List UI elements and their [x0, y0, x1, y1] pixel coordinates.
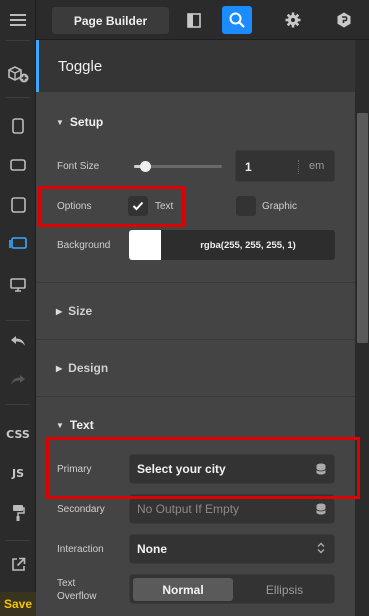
- option-graphic-checkbox[interactable]: [236, 196, 256, 216]
- overflow-option-normal[interactable]: Normal: [133, 578, 233, 601]
- caret-right-icon: ▶: [56, 363, 63, 373]
- checkmark-icon: [132, 201, 144, 211]
- rail-divider: [6, 40, 30, 41]
- font-size-unit[interactable]: em: [309, 160, 324, 172]
- section-divider: [36, 282, 355, 283]
- panel-toggle-icon[interactable]: [179, 6, 209, 34]
- properties-panel: Toggle ▼ Setup Font Size 1 em Options Te…: [36, 40, 355, 616]
- mobile-landscape-icon[interactable]: [0, 147, 36, 183]
- gear-icon[interactable]: [278, 6, 308, 34]
- interaction-label: Interaction: [57, 544, 104, 555]
- option-text-checkbox[interactable]: [128, 196, 148, 216]
- save-button[interactable]: Save: [0, 592, 36, 616]
- plugin-icon[interactable]: [329, 6, 359, 34]
- overflow-option-ellipsis[interactable]: Ellipsis: [236, 578, 333, 601]
- option-text-label: Text: [155, 201, 174, 212]
- secondary-label: Secondary: [57, 504, 105, 515]
- background-label: Background: [57, 240, 111, 251]
- background-color-field[interactable]: rgba(255, 255, 255, 1): [129, 230, 335, 260]
- tablet-landscape-icon[interactable]: [0, 225, 36, 261]
- mobile-portrait-icon[interactable]: [0, 108, 36, 144]
- section-divider: [36, 339, 355, 340]
- font-size-slider-handle[interactable]: [139, 161, 151, 172]
- js-label: JS: [11, 466, 24, 480]
- undo-icon[interactable]: [0, 323, 36, 359]
- rail-divider: [6, 404, 30, 405]
- primary-text-field[interactable]: Select your city: [129, 454, 335, 484]
- font-size-input[interactable]: 1 em: [235, 150, 335, 182]
- text-overflow-label: Text Overflow: [57, 577, 96, 603]
- text-overflow-label-line1: Text: [57, 578, 76, 589]
- font-size-slider[interactable]: [134, 161, 222, 172]
- option-graphic-label: Graphic: [262, 201, 298, 212]
- secondary-text-field[interactable]: No Output If Empty: [129, 494, 335, 524]
- caret-right-icon: ▶: [56, 306, 63, 316]
- font-size-value: 1: [245, 160, 252, 174]
- text-overflow-label-line2: Overflow: [57, 591, 97, 602]
- css-button[interactable]: CSS: [0, 416, 36, 452]
- menu-icon[interactable]: [0, 2, 36, 38]
- interaction-select[interactable]: None: [129, 534, 335, 564]
- unit-separator: [298, 160, 299, 174]
- size-section-header[interactable]: ▶ Size: [56, 304, 92, 318]
- js-button[interactable]: JS: [0, 455, 36, 491]
- options-label: Options: [57, 201, 92, 212]
- rail-divider: [6, 540, 30, 541]
- text-overflow-toggle[interactable]: Normal Ellipsis: [129, 574, 335, 604]
- database-icon[interactable]: [316, 503, 326, 518]
- interaction-value: None: [137, 542, 167, 556]
- setup-section-header[interactable]: ▼ Setup: [56, 115, 103, 129]
- caret-down-icon: ▼: [56, 420, 64, 430]
- add-elements-icon[interactable]: [0, 56, 36, 92]
- redo-icon[interactable]: [0, 362, 36, 398]
- text-heading: Text: [69, 418, 94, 432]
- section-divider: [36, 396, 355, 397]
- caret-down-icon: ▼: [56, 117, 64, 127]
- panel-title: Toggle: [36, 40, 355, 92]
- text-section-header[interactable]: ▼ Text: [56, 418, 94, 432]
- rail-divider: [6, 320, 30, 321]
- design-heading: Design: [68, 361, 109, 375]
- paint-roller-icon[interactable]: [0, 495, 36, 531]
- design-section-header[interactable]: ▶ Design: [56, 361, 108, 375]
- external-link-icon[interactable]: [0, 546, 36, 582]
- css-label: CSS: [6, 427, 30, 441]
- left-rail: CSS JS Save: [0, 0, 36, 616]
- database-icon[interactable]: [316, 463, 326, 478]
- desktop-icon[interactable]: [0, 267, 36, 303]
- panel-scrollbar-thumb[interactable]: [357, 113, 368, 343]
- secondary-text-placeholder: No Output If Empty: [137, 502, 240, 516]
- top-toolbar: Page Builder: [36, 0, 369, 40]
- size-heading: Size: [68, 304, 93, 318]
- primary-label: Primary: [57, 464, 92, 475]
- primary-text-value: Select your city: [137, 462, 226, 476]
- page-builder-button[interactable]: Page Builder: [52, 7, 169, 34]
- font-size-label: Font Size: [57, 161, 100, 172]
- background-color-value: rgba(255, 255, 255, 1): [200, 239, 296, 251]
- search-icon[interactable]: [222, 6, 252, 34]
- color-swatch[interactable]: [129, 230, 161, 260]
- setup-heading: Setup: [69, 115, 104, 129]
- chevron-up-down-icon: [316, 542, 326, 557]
- rail-divider: [6, 97, 30, 98]
- tablet-portrait-icon[interactable]: [0, 187, 36, 223]
